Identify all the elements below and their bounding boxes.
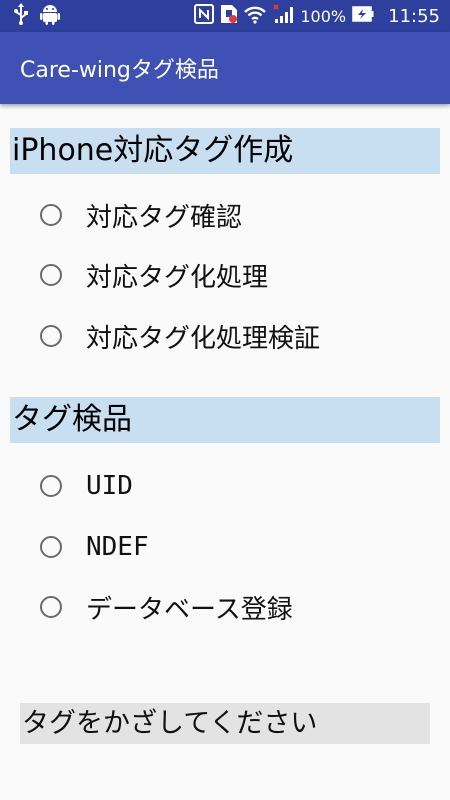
radio-option-ndef[interactable]: NDEF — [40, 529, 149, 565]
radio-option-tag-check[interactable]: 対応タグ確認 — [40, 197, 242, 233]
app-bar: Care-wingタグ検品 — [0, 32, 450, 104]
radio-option-label[interactable]: 対応タグ化処理 — [86, 257, 268, 294]
status-bar-left — [14, 3, 60, 29]
section-header-iphone-tag: iPhone対応タグ作成 — [10, 128, 440, 174]
android-icon — [40, 3, 60, 29]
radio-option-tag-conversion[interactable]: 対応タグ化処理 — [40, 257, 268, 293]
section-header-tag-inspection: タグ検品 — [10, 397, 440, 443]
radio-option-uid[interactable]: UID — [40, 468, 133, 504]
radio-option-label[interactable]: 対応タグ確認 — [86, 197, 242, 234]
radio-button-icon[interactable] — [40, 325, 62, 347]
radio-option-label[interactable]: データベース登録 — [86, 589, 293, 626]
battery-icon — [352, 6, 374, 26]
status-bar: 100% 11:55 — [0, 0, 450, 32]
radio-option-tag-conversion-verify[interactable]: 対応タグ化処理検証 — [40, 318, 320, 354]
radio-button-icon[interactable] — [40, 536, 62, 558]
radio-option-label[interactable]: UID — [86, 471, 133, 501]
battery-percent: 100% — [300, 6, 347, 26]
clock: 11:55 — [388, 5, 440, 27]
status-message: タグをかざしてください — [20, 703, 430, 744]
signal-icon — [272, 4, 294, 28]
radio-button-icon[interactable] — [40, 204, 62, 226]
radio-option-label[interactable]: NDEF — [86, 532, 149, 562]
wifi-icon — [244, 4, 267, 28]
status-bar-right: 100% 11:55 — [194, 4, 440, 28]
radio-button-icon[interactable] — [40, 264, 62, 286]
sim-alert-icon — [220, 4, 238, 28]
radio-button-icon[interactable] — [40, 596, 62, 618]
radio-option-database-register[interactable]: データベース登録 — [40, 589, 293, 625]
radio-button-icon[interactable] — [40, 475, 62, 497]
nfc-icon — [194, 4, 215, 28]
usb-icon — [14, 3, 28, 29]
app-title: Care-wingタグ検品 — [20, 58, 219, 83]
radio-option-label[interactable]: 対応タグ化処理検証 — [86, 318, 320, 355]
